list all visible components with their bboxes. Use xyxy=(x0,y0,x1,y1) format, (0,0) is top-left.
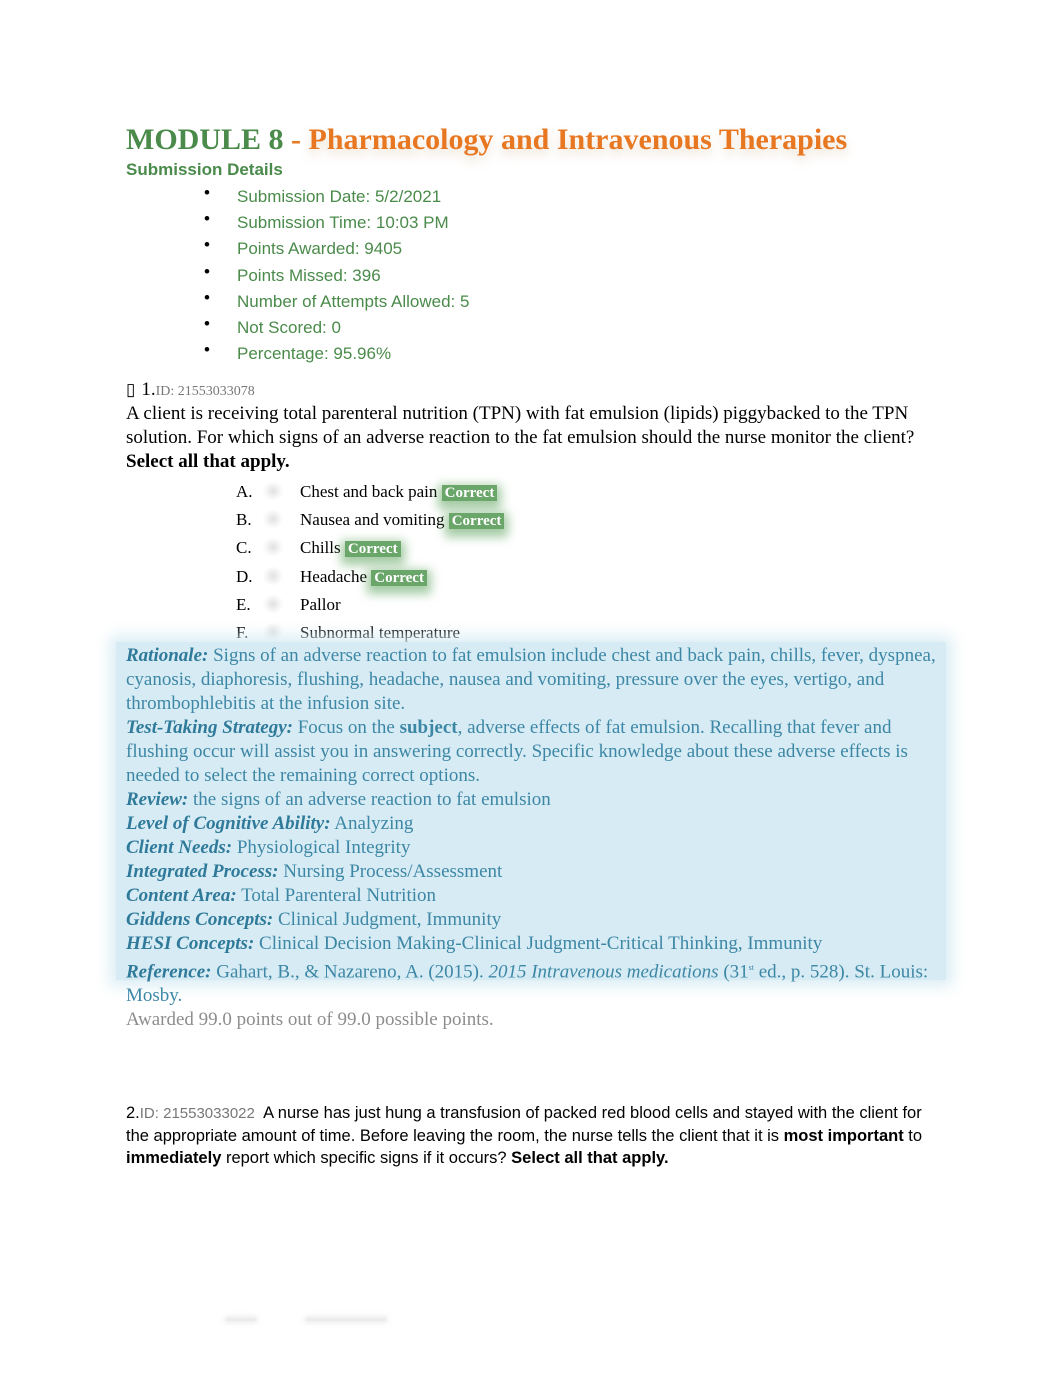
bullet-icon: • xyxy=(204,183,210,202)
option-text: Chest and back pain xyxy=(300,482,438,501)
radio-icon[interactable] xyxy=(263,482,283,500)
reference-line: Reference: Gahart, B., & Nazareno, A. (2… xyxy=(126,961,929,1007)
radio-icon[interactable] xyxy=(263,594,283,613)
module-subject: Pharmacology and Intravenous Therapies xyxy=(308,123,848,156)
cognitive-level-line: Level of Cognitive Ability: Analyzing xyxy=(126,813,414,834)
page-title: MODULE 8 - Pharmacology and Intravenous … xyxy=(126,122,847,158)
detail-points-awarded: • Points Awarded: 9405 xyxy=(126,235,469,262)
radio-icon[interactable] xyxy=(263,566,283,585)
correct-badge: Correct xyxy=(344,541,401,558)
bullet-icon: • xyxy=(204,313,210,333)
option-letter: A. xyxy=(236,482,253,501)
select-all-instruction: Select all that apply. xyxy=(511,1149,669,1167)
question-2: 2.ID: 21553033022 A nurse has just hung … xyxy=(126,1104,927,1167)
question-id: ID: 21553033022 xyxy=(139,1105,255,1122)
giddens-concepts-line: Giddens Concepts: Clinical Judgment, Imm… xyxy=(126,909,502,930)
correct-badge: Correct xyxy=(448,513,505,530)
content-area-line: Content Area: Total Parenteral Nutrition xyxy=(126,885,437,906)
faded-divider xyxy=(306,1318,386,1321)
correct-badge: Correct xyxy=(371,569,427,586)
select-all-instruction: Select all that apply. xyxy=(126,451,290,472)
option-letter: E. xyxy=(236,594,251,614)
radio-icon[interactable] xyxy=(263,538,283,557)
question-1-header: ▯ 1.ID: 21553033078 xyxy=(126,379,255,401)
bullet-icon: • xyxy=(204,209,210,229)
question-1-stem: A client is receiving total parenteral n… xyxy=(126,403,915,472)
option-letter: C. xyxy=(236,538,252,558)
radio-icon[interactable] xyxy=(263,510,283,529)
detail-not-scored: • Not Scored: 0 xyxy=(126,314,469,341)
title-separator: - xyxy=(283,123,309,156)
rationale-section: Rationale: Signs of an adverse reaction … xyxy=(126,644,946,1032)
missing-glyph-icon: ▯ xyxy=(126,380,136,399)
bullet-icon: • xyxy=(204,235,210,255)
option-text: Subnormal temperature xyxy=(300,622,461,642)
option-text: Pallor xyxy=(300,594,341,614)
points-awarded-line: Awarded 99.0 points out of 99.0 possible… xyxy=(126,1009,494,1031)
detail-submission-time: • Submission Time: 10:03 PM xyxy=(126,209,469,236)
bullet-icon: • xyxy=(204,340,210,360)
review-line: Review: the signs of an adverse reaction… xyxy=(126,789,551,810)
option-text: Headache xyxy=(300,566,368,586)
detail-attempts-allowed: • Number of Attempts Allowed: 5 xyxy=(126,288,469,315)
detail-points-missed: • Points Missed: 396 xyxy=(126,262,469,289)
client-needs-line: Client Needs: Physiological Integrity xyxy=(126,837,411,858)
submission-details-list: • Submission Date: 5/2/2021 • Submission T… xyxy=(126,183,469,367)
submission-details-heading: Submission Details xyxy=(126,160,283,179)
radio-icon[interactable] xyxy=(263,622,283,641)
bullet-icon: • xyxy=(204,261,210,281)
option-text: Nausea and vomiting xyxy=(300,510,445,530)
detail-submission-date: • Submission Date: 5/2/2021 xyxy=(126,183,469,210)
option-text: Chills xyxy=(300,538,341,558)
question-id: ID: 21553033078 xyxy=(155,384,255,399)
strategy-paragraph: Test-Taking Strategy: Focus on the subje… xyxy=(126,717,908,786)
module-label: MODULE 8 xyxy=(126,123,284,156)
detail-percentage: • Percentage: 95.96% xyxy=(126,340,469,367)
rationale-paragraph: Rationale: Signs of an adverse reaction … xyxy=(126,645,936,714)
question-number: 2. xyxy=(126,1104,140,1122)
hesi-concepts-line: HESI Concepts: Clinical Decision Making-… xyxy=(126,933,823,954)
correct-badge: Correct xyxy=(441,485,498,501)
option-letter: B. xyxy=(236,510,252,530)
faded-divider xyxy=(226,1318,256,1321)
bullet-icon: • xyxy=(204,287,210,307)
integrated-process-line: Integrated Process: Nursing Process/Asse… xyxy=(126,861,503,882)
question-number: 1. xyxy=(141,379,156,400)
option-letter: D. xyxy=(236,566,253,586)
